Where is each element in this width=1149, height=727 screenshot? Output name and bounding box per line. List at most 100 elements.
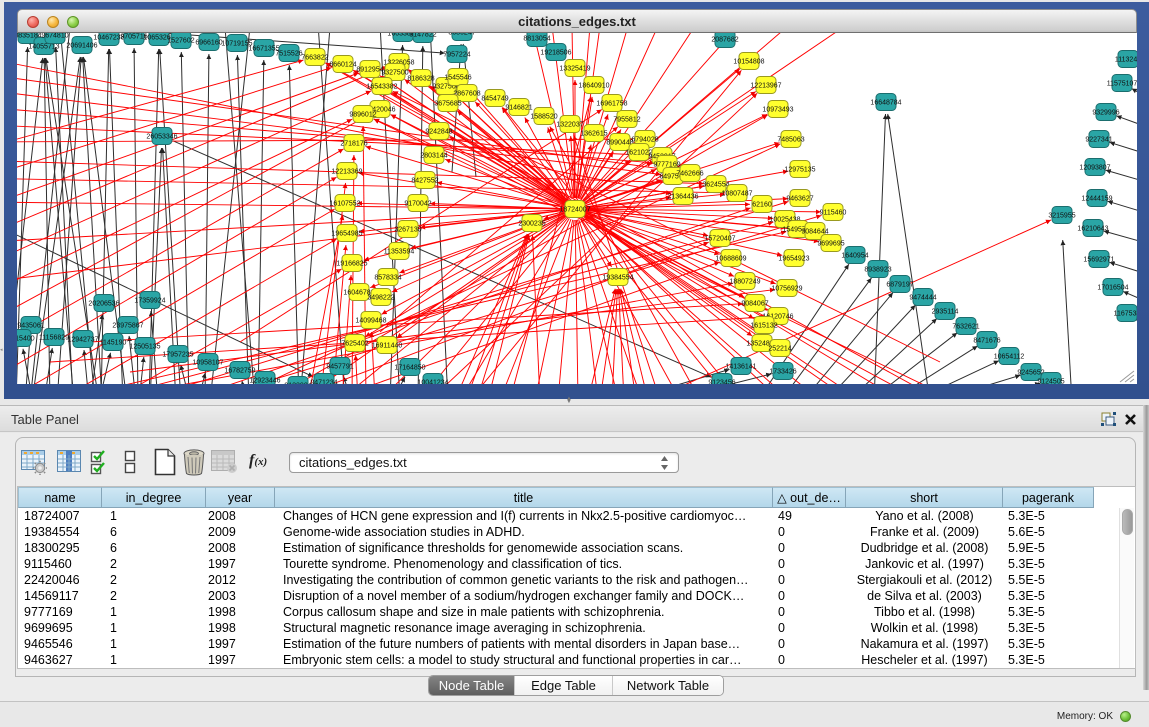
svg-text:2087682: 2087682 xyxy=(711,37,738,44)
svg-text:12942737: 12942737 xyxy=(67,337,98,344)
svg-text:9146821: 9146821 xyxy=(505,105,532,112)
svg-text:8427552: 8427552 xyxy=(411,178,438,185)
svg-text:1113246: 1113246 xyxy=(1115,57,1137,64)
svg-text:17359924: 17359924 xyxy=(134,298,165,305)
svg-text:1322037: 1322037 xyxy=(556,122,583,129)
svg-text:3624554: 3624554 xyxy=(702,182,729,189)
svg-text:23975867: 23975867 xyxy=(112,323,143,330)
svg-text:8813054: 8813054 xyxy=(523,36,550,43)
svg-text:10756929: 10756929 xyxy=(771,286,802,293)
svg-text:19218506: 19218506 xyxy=(540,50,571,57)
svg-text:9124505: 9124505 xyxy=(1037,379,1064,385)
svg-text:12213369: 12213369 xyxy=(331,169,362,176)
svg-text:6966160: 6966160 xyxy=(195,40,222,47)
svg-text:18807249: 18807249 xyxy=(729,279,760,286)
svg-text:17016504: 17016504 xyxy=(1097,285,1128,292)
svg-text:11575107: 11575107 xyxy=(1107,81,1137,88)
svg-text:9474444: 9474444 xyxy=(909,295,936,302)
svg-text:7955812: 7955812 xyxy=(613,117,640,124)
svg-text:9674810: 9674810 xyxy=(41,33,68,40)
svg-text:14055713: 14055713 xyxy=(28,44,59,51)
svg-text:9329996: 9329996 xyxy=(1092,110,1119,117)
svg-text:7632621: 7632621 xyxy=(952,324,979,331)
svg-text:12213967: 12213967 xyxy=(750,83,781,90)
svg-text:13325419: 13325419 xyxy=(559,66,590,73)
svg-text:8660124: 8660124 xyxy=(329,62,356,69)
svg-text:15720407: 15720407 xyxy=(704,236,735,243)
svg-text:12444159: 12444159 xyxy=(1081,196,1112,203)
svg-text:1545546: 1545546 xyxy=(444,75,471,82)
svg-text:16648784: 16648784 xyxy=(870,100,901,107)
svg-text:9115460: 9115460 xyxy=(820,210,847,217)
svg-text:8938923: 8938923 xyxy=(864,267,891,274)
svg-text:252214: 252214 xyxy=(768,346,791,353)
svg-text:12975135: 12975135 xyxy=(784,167,815,174)
svg-text:6879197: 6879197 xyxy=(886,282,913,289)
svg-text:15692971: 15692971 xyxy=(1083,257,1114,264)
svg-text:8471676: 8471676 xyxy=(973,338,1000,345)
svg-text:17957235: 17957235 xyxy=(162,352,193,359)
svg-text:62160: 62160 xyxy=(752,202,772,209)
svg-text:9242848: 9242848 xyxy=(425,129,452,136)
svg-text:9170042: 9170042 xyxy=(404,201,431,208)
svg-text:19654985: 19654985 xyxy=(331,231,362,238)
svg-text:14136141: 14136141 xyxy=(725,364,756,371)
svg-text:7515526: 7515526 xyxy=(275,51,302,58)
svg-text:8454749: 8454749 xyxy=(481,96,508,103)
svg-text:8686247: 8686247 xyxy=(448,33,475,37)
svg-text:20691406: 20691406 xyxy=(66,43,97,50)
svg-text:18640910: 18640910 xyxy=(578,83,609,90)
svg-text:26053346: 26053346 xyxy=(146,134,177,141)
svg-text:9123004: 9123004 xyxy=(284,383,311,385)
svg-text:6794028: 6794028 xyxy=(631,137,658,144)
svg-text:12505135: 12505135 xyxy=(129,344,160,351)
svg-text:9327500: 9327500 xyxy=(381,70,408,77)
svg-text:9084067: 9084067 xyxy=(741,301,768,308)
svg-text:2803144: 2803144 xyxy=(420,153,447,160)
svg-text:1362615: 1362615 xyxy=(580,131,607,138)
svg-text:9896012: 9896012 xyxy=(349,112,376,119)
svg-text:11353594: 11353594 xyxy=(384,249,415,256)
svg-text:16543382: 16543382 xyxy=(366,84,397,91)
svg-text:3675685: 3675685 xyxy=(434,101,461,108)
svg-text:1167533: 1167533 xyxy=(1114,311,1137,318)
svg-text:3215955: 3215955 xyxy=(1048,213,1075,220)
svg-text:16210643: 16210643 xyxy=(1077,226,1108,233)
svg-text:9227341: 9227341 xyxy=(1085,137,1112,144)
svg-text:14099468: 14099468 xyxy=(355,318,386,325)
svg-text:9699695: 9699695 xyxy=(817,241,844,248)
svg-text:16961758: 16961758 xyxy=(596,101,627,108)
svg-text:9471234: 9471234 xyxy=(310,380,337,385)
svg-text:9463627: 9463627 xyxy=(786,196,813,203)
svg-text:3267130: 3267130 xyxy=(394,227,421,234)
svg-text:10688609: 10688609 xyxy=(715,256,746,263)
svg-text:19654923: 19654923 xyxy=(778,256,809,263)
svg-text:2718176: 2718176 xyxy=(340,141,367,148)
svg-text:17164850: 17164850 xyxy=(394,365,425,372)
svg-text:1640954: 1640954 xyxy=(841,253,868,260)
svg-text:11156829: 11156829 xyxy=(39,335,69,342)
svg-text:1733426: 1733426 xyxy=(769,369,796,376)
svg-text:10973493: 10973493 xyxy=(762,107,793,114)
svg-text:10154808: 10154808 xyxy=(733,59,764,66)
svg-text:7485063: 7485063 xyxy=(777,137,804,144)
svg-text:9457791: 9457791 xyxy=(326,364,353,371)
svg-text:16107552: 16107552 xyxy=(329,201,360,208)
svg-text:7462666: 7462666 xyxy=(676,171,703,178)
svg-text:9123456: 9123456 xyxy=(708,380,735,385)
svg-text:2300235: 2300235 xyxy=(518,221,545,228)
svg-text:19384554: 19384554 xyxy=(602,275,633,282)
svg-text:10807487: 10807487 xyxy=(721,191,752,198)
svg-text:7625402: 7625402 xyxy=(341,341,368,348)
svg-text:1145190: 1145190 xyxy=(100,340,127,347)
svg-text:18724007: 18724007 xyxy=(559,207,590,214)
svg-text:19166825: 19166825 xyxy=(336,261,367,268)
svg-text:1615132: 1615132 xyxy=(750,323,777,330)
svg-text:3498222: 3498222 xyxy=(367,295,394,302)
svg-text:10958107: 10958107 xyxy=(192,360,223,367)
svg-text:9435061: 9435061 xyxy=(17,323,44,330)
svg-text:12093807: 12093807 xyxy=(1079,165,1110,172)
svg-text:1588520: 1588520 xyxy=(530,114,557,121)
svg-text:10654112: 10654112 xyxy=(994,354,1025,361)
svg-text:7663822: 7663822 xyxy=(301,55,328,62)
